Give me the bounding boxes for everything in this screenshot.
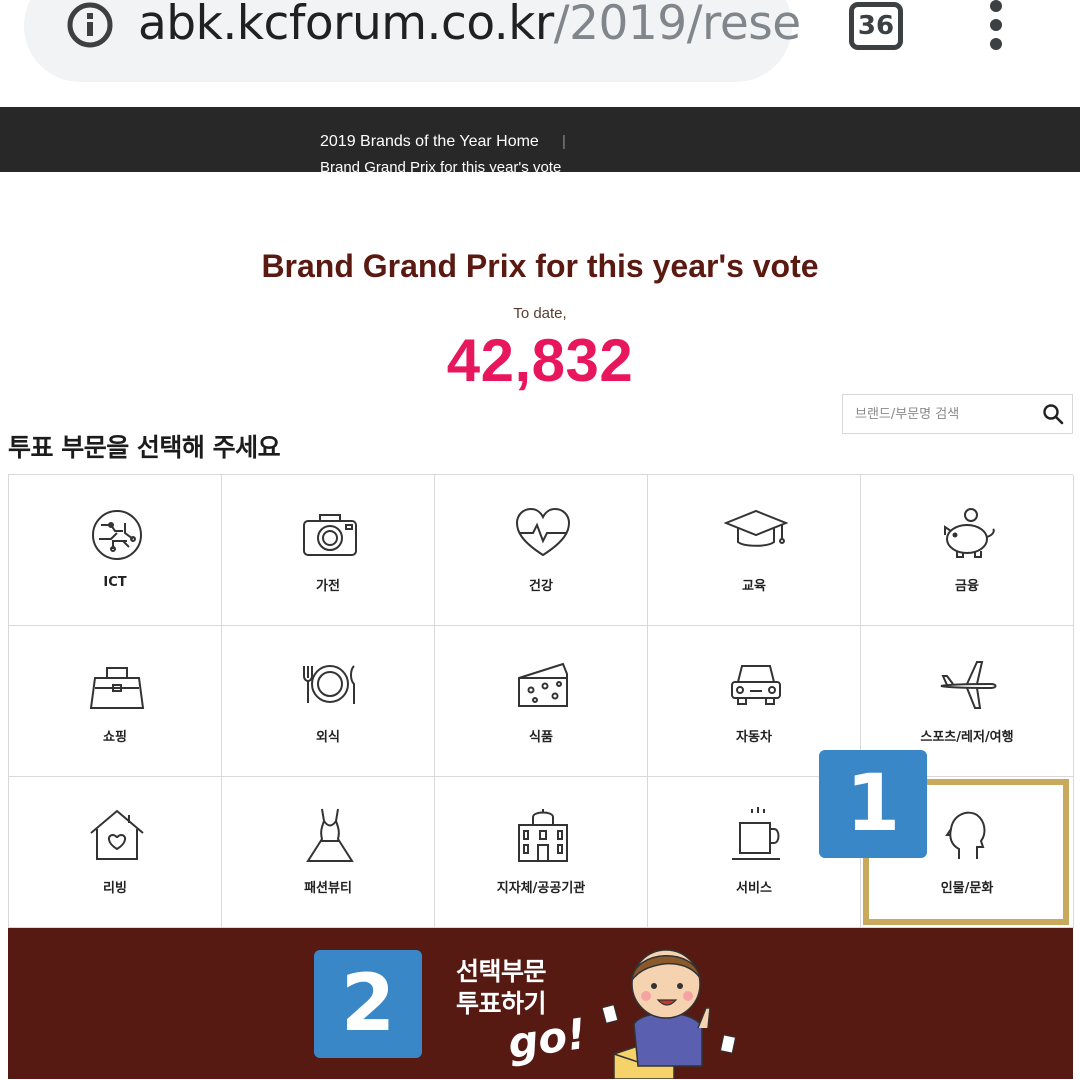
category-label: 패션뷰티 (304, 881, 352, 896)
category-label: 쇼핑 (103, 730, 127, 745)
camera-icon (303, 514, 357, 556)
url-domain: abk.kcforum.co.kr (138, 0, 554, 51)
category-label: 교육 (742, 579, 766, 594)
piggy-bank-icon (944, 508, 995, 558)
category-appliances[interactable]: 가전 (222, 475, 435, 626)
category-label: 건강 (529, 579, 553, 594)
overflow-menu-icon[interactable] (985, 0, 1007, 50)
vote-count: 42,832 (446, 327, 634, 394)
url-path: /2019/rese (553, 0, 801, 51)
category-label: 스포츠/레저/여행 (920, 730, 1014, 745)
category-grid: ICT 가전 건강 교육 금융 쇼핑 외식 식품 자동차 스포츠/레저/여행 리… (8, 474, 1074, 928)
dress-icon (306, 808, 354, 862)
category-label: 자동차 (736, 730, 772, 745)
category-label: 인물/문화 (940, 881, 994, 896)
category-label: 리빙 (103, 881, 127, 896)
plate-cutlery-icon (303, 665, 355, 704)
government-building-icon (518, 809, 568, 862)
car-icon (731, 665, 781, 705)
person-head-icon (945, 811, 986, 859)
category-label: 금융 (955, 579, 979, 594)
step-1-badge: 1 (819, 750, 927, 858)
banner-go-text: go! (504, 1008, 590, 1069)
category-education[interactable]: 교육 (648, 475, 861, 626)
category-label: 외식 (316, 730, 340, 745)
category-finance[interactable]: 금융 (861, 475, 1074, 626)
category-label: 지자체/공공기관 (496, 881, 586, 896)
house-heart-icon (90, 809, 144, 860)
section-heading: 투표 부문을 선택해 주세요 (8, 433, 281, 462)
banner-text-line1: 선택부문 (456, 957, 547, 986)
step-2-badge: 2 (314, 950, 422, 1058)
vote-banner-button[interactable]: 선택부문 투표하기 go! (8, 928, 1073, 1079)
search-box (842, 394, 1073, 434)
category-label: ICT (103, 575, 127, 590)
search-input[interactable] (843, 395, 1033, 433)
info-icon[interactable] (64, 2, 116, 48)
nav-separator: | (562, 133, 566, 150)
browser-toolbar: abk.kcforum.co.kr/2019/rese 36 (0, 0, 1080, 106)
mascot-illustration-icon (601, 949, 737, 1079)
category-label: 식품 (529, 730, 553, 745)
airplane-icon (940, 661, 997, 709)
category-shopping[interactable]: 쇼핑 (9, 626, 222, 777)
category-local-government[interactable]: 지자체/공공기관 (435, 777, 648, 928)
to-date-label: To date, (513, 305, 567, 322)
globe-circuit-icon (92, 510, 142, 560)
nav-link-home[interactable]: 2019 Brands of the Year Home (320, 133, 539, 151)
cheese-icon (518, 662, 568, 707)
category-dining[interactable]: 외식 (222, 626, 435, 777)
graduation-cap-icon (724, 509, 788, 547)
banner-text-line2: 투표하기 (456, 989, 547, 1018)
heart-pulse-icon (515, 507, 571, 557)
category-food[interactable]: 식품 (435, 626, 648, 777)
site-navbar: 2019 Brands of the Year Home | Brand Gra… (0, 107, 1080, 172)
page-title: Brand Grand Prix for this year's vote (261, 248, 819, 284)
category-living[interactable]: 리빙 (9, 777, 222, 928)
category-fashion-beauty[interactable]: 패션뷰티 (222, 777, 435, 928)
category-ict[interactable]: ICT (9, 475, 222, 626)
nav-link-vote[interactable]: Brand Grand Prix for this year's vote (320, 159, 561, 172)
search-icon[interactable] (1042, 403, 1064, 425)
category-label: 서비스 (736, 881, 772, 896)
url-text[interactable]: abk.kcforum.co.kr/2019/rese (138, 0, 801, 50)
tab-switcher-button[interactable]: 36 (849, 2, 903, 50)
category-label: 가전 (316, 579, 340, 594)
coffee-cup-icon (732, 807, 780, 860)
category-health[interactable]: 건강 (435, 475, 648, 626)
handbag-icon (89, 667, 145, 709)
